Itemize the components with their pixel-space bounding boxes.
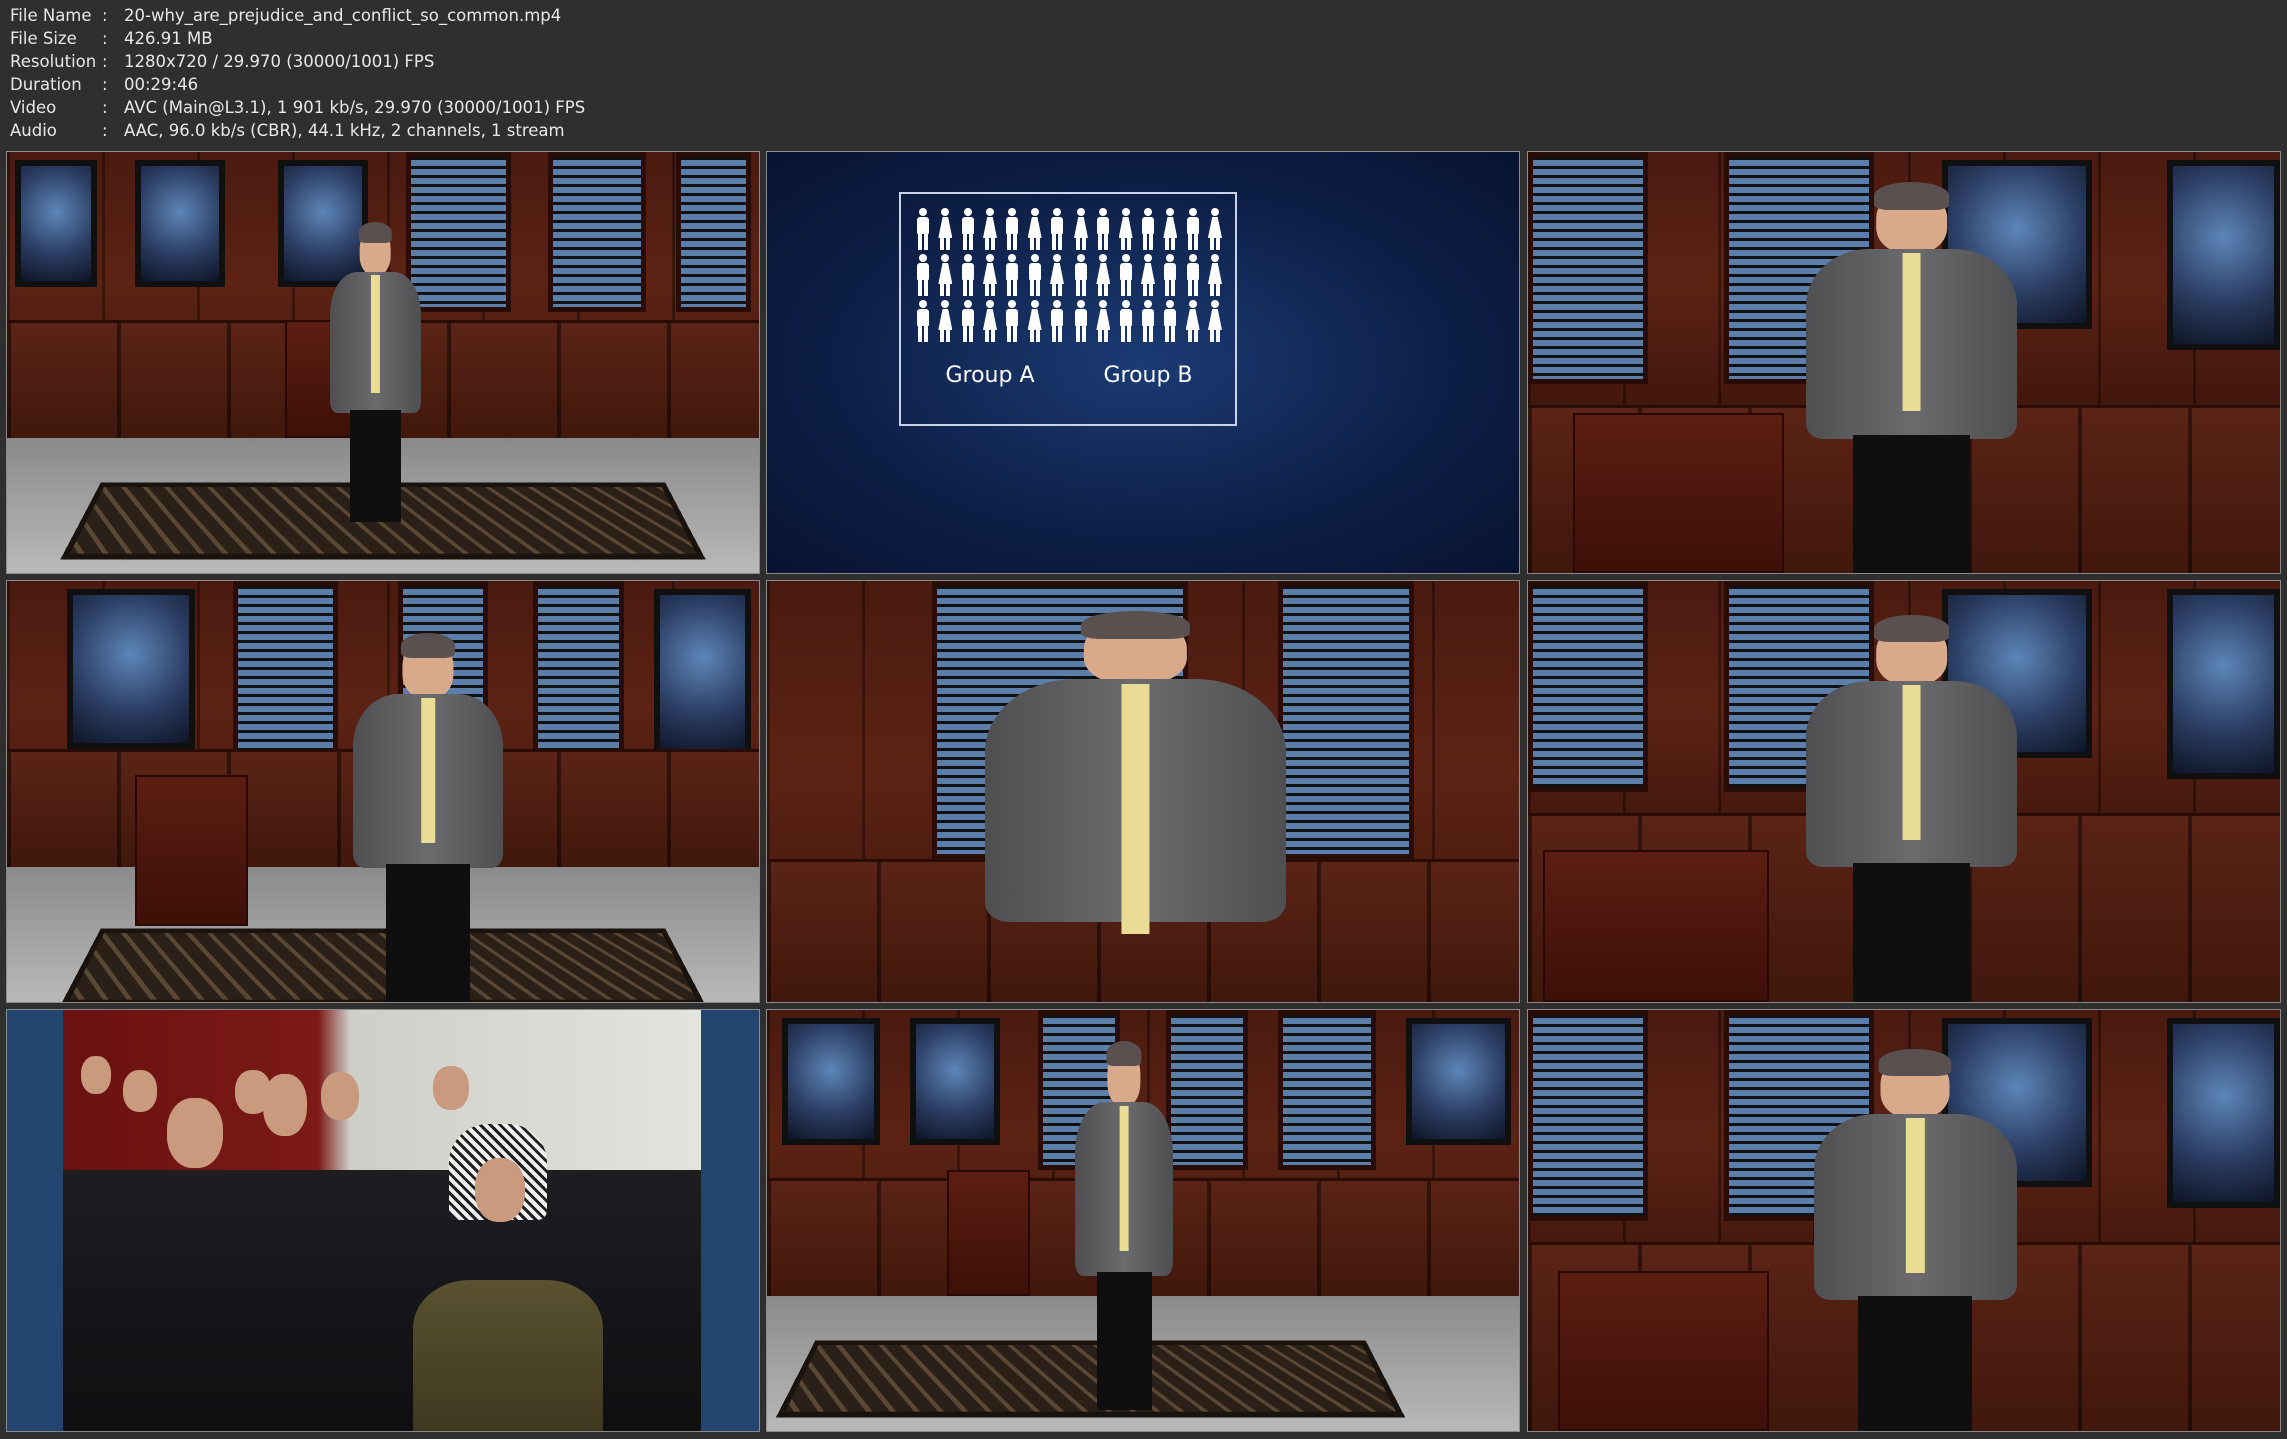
- info-row-file-name: File Name : 20-why_are_prejudice_and_con…: [10, 4, 585, 27]
- thumbnail-studio-medium-podium[interactable]: [6, 580, 760, 1003]
- window-blinds: [533, 581, 624, 758]
- info-row-audio: Audio : AAC, 96.0 kb/s (CBR), 44.1 kHz, …: [10, 119, 585, 142]
- info-row-resolution: Resolution : 1280x720 / 29.970 (30000/10…: [10, 50, 585, 73]
- lecturer: [1806, 181, 2017, 573]
- art-frame: [2167, 589, 2280, 779]
- info-value: 1280x720 / 29.970 (30000/1001) FPS: [124, 52, 435, 71]
- podium: [947, 1169, 1031, 1297]
- art-frame: [1406, 1018, 1512, 1145]
- lecturer: [352, 632, 504, 1002]
- info-label: File Size: [10, 29, 77, 48]
- info-separator: :: [102, 6, 108, 25]
- media-info-panel: File Name : 20-why_are_prejudice_and_con…: [10, 4, 585, 142]
- thumbnail-studio-medium[interactable]: [1527, 1009, 2281, 1432]
- art-frame: [782, 1018, 880, 1145]
- window-blinds: [1278, 581, 1414, 859]
- info-value: AVC (Main@L3.1), 1 901 kb/s, 29.970 (300…: [124, 98, 586, 117]
- lecturer: [330, 221, 421, 523]
- info-value: 20-why_are_prejudice_and_conflict_so_com…: [124, 6, 562, 25]
- art-frame: [653, 589, 752, 758]
- thumbnail-grid: Group A Group B: [6, 151, 2281, 1433]
- group-a-label: Group A: [945, 363, 1035, 388]
- info-value: 00:29:46: [124, 75, 199, 94]
- podium: [1558, 1271, 1769, 1431]
- info-separator: :: [102, 52, 108, 71]
- podium: [1543, 850, 1769, 1002]
- lecturer: [1813, 1048, 2017, 1431]
- info-separator: :: [102, 75, 108, 94]
- podium: [1573, 413, 1784, 573]
- window-blinds: [676, 152, 752, 312]
- window-blinds: [1528, 581, 1649, 792]
- window-blinds: [1528, 1010, 1649, 1221]
- info-row-video: Video : AVC (Main@L3.1), 1 901 kb/s, 29.…: [10, 96, 585, 119]
- thumbnail-studio-medium[interactable]: [1527, 580, 2281, 1003]
- info-label: File Name: [10, 6, 92, 25]
- window-blinds: [548, 152, 647, 312]
- info-label: Audio: [10, 121, 57, 140]
- info-separator: :: [102, 121, 108, 140]
- lecturer: [1075, 1040, 1174, 1410]
- art-frame: [2167, 160, 2280, 350]
- video-contact-sheet: File Name : 20-why_are_prejudice_and_con…: [0, 0, 2287, 1439]
- window-blinds: [232, 581, 338, 758]
- group-b-figures: [1073, 208, 1223, 346]
- art-frame: [14, 160, 98, 287]
- info-value: 426.91 MB: [124, 29, 213, 48]
- window-blinds: [1165, 1010, 1249, 1170]
- uniform: [413, 1280, 603, 1431]
- info-row-file-size: File Size : 426.91 MB: [10, 27, 585, 50]
- info-label: Duration: [10, 75, 82, 94]
- archival-photo: [63, 1010, 701, 1431]
- info-value: AAC, 96.0 kb/s (CBR), 44.1 kHz, 2 channe…: [124, 121, 565, 140]
- thumbnail-studio-closeup[interactable]: [766, 580, 1520, 1003]
- podium: [134, 774, 248, 927]
- info-separator: :: [102, 98, 108, 117]
- thumbnail-slide-groups[interactable]: Group A Group B: [766, 151, 1520, 574]
- thumbnail-studio-medium[interactable]: [1527, 151, 2281, 574]
- group-a-figures: [915, 208, 1065, 346]
- window-blinds: [405, 152, 511, 312]
- lecturer: [985, 610, 1286, 1002]
- slide-panel: Group A Group B: [899, 192, 1237, 426]
- lecturer: [1806, 615, 2017, 1002]
- info-label: Resolution: [10, 52, 97, 71]
- art-frame: [2167, 1018, 2280, 1208]
- group-b-label: Group B: [1103, 363, 1193, 388]
- info-label: Video: [10, 98, 57, 117]
- thumbnail-studio-wide[interactable]: [6, 151, 760, 574]
- window-blinds: [1528, 152, 1649, 384]
- seated-crowd: [63, 1169, 701, 1431]
- thumbnail-studio-wide[interactable]: [766, 1009, 1520, 1432]
- window-blinds: [1278, 1010, 1377, 1170]
- art-frame: [909, 1018, 1001, 1145]
- art-frame: [67, 589, 195, 750]
- info-row-duration: Duration : 00:29:46: [10, 73, 585, 96]
- info-separator: :: [102, 29, 108, 48]
- art-frame: [134, 160, 226, 287]
- thumbnail-news-photo[interactable]: [6, 1009, 760, 1432]
